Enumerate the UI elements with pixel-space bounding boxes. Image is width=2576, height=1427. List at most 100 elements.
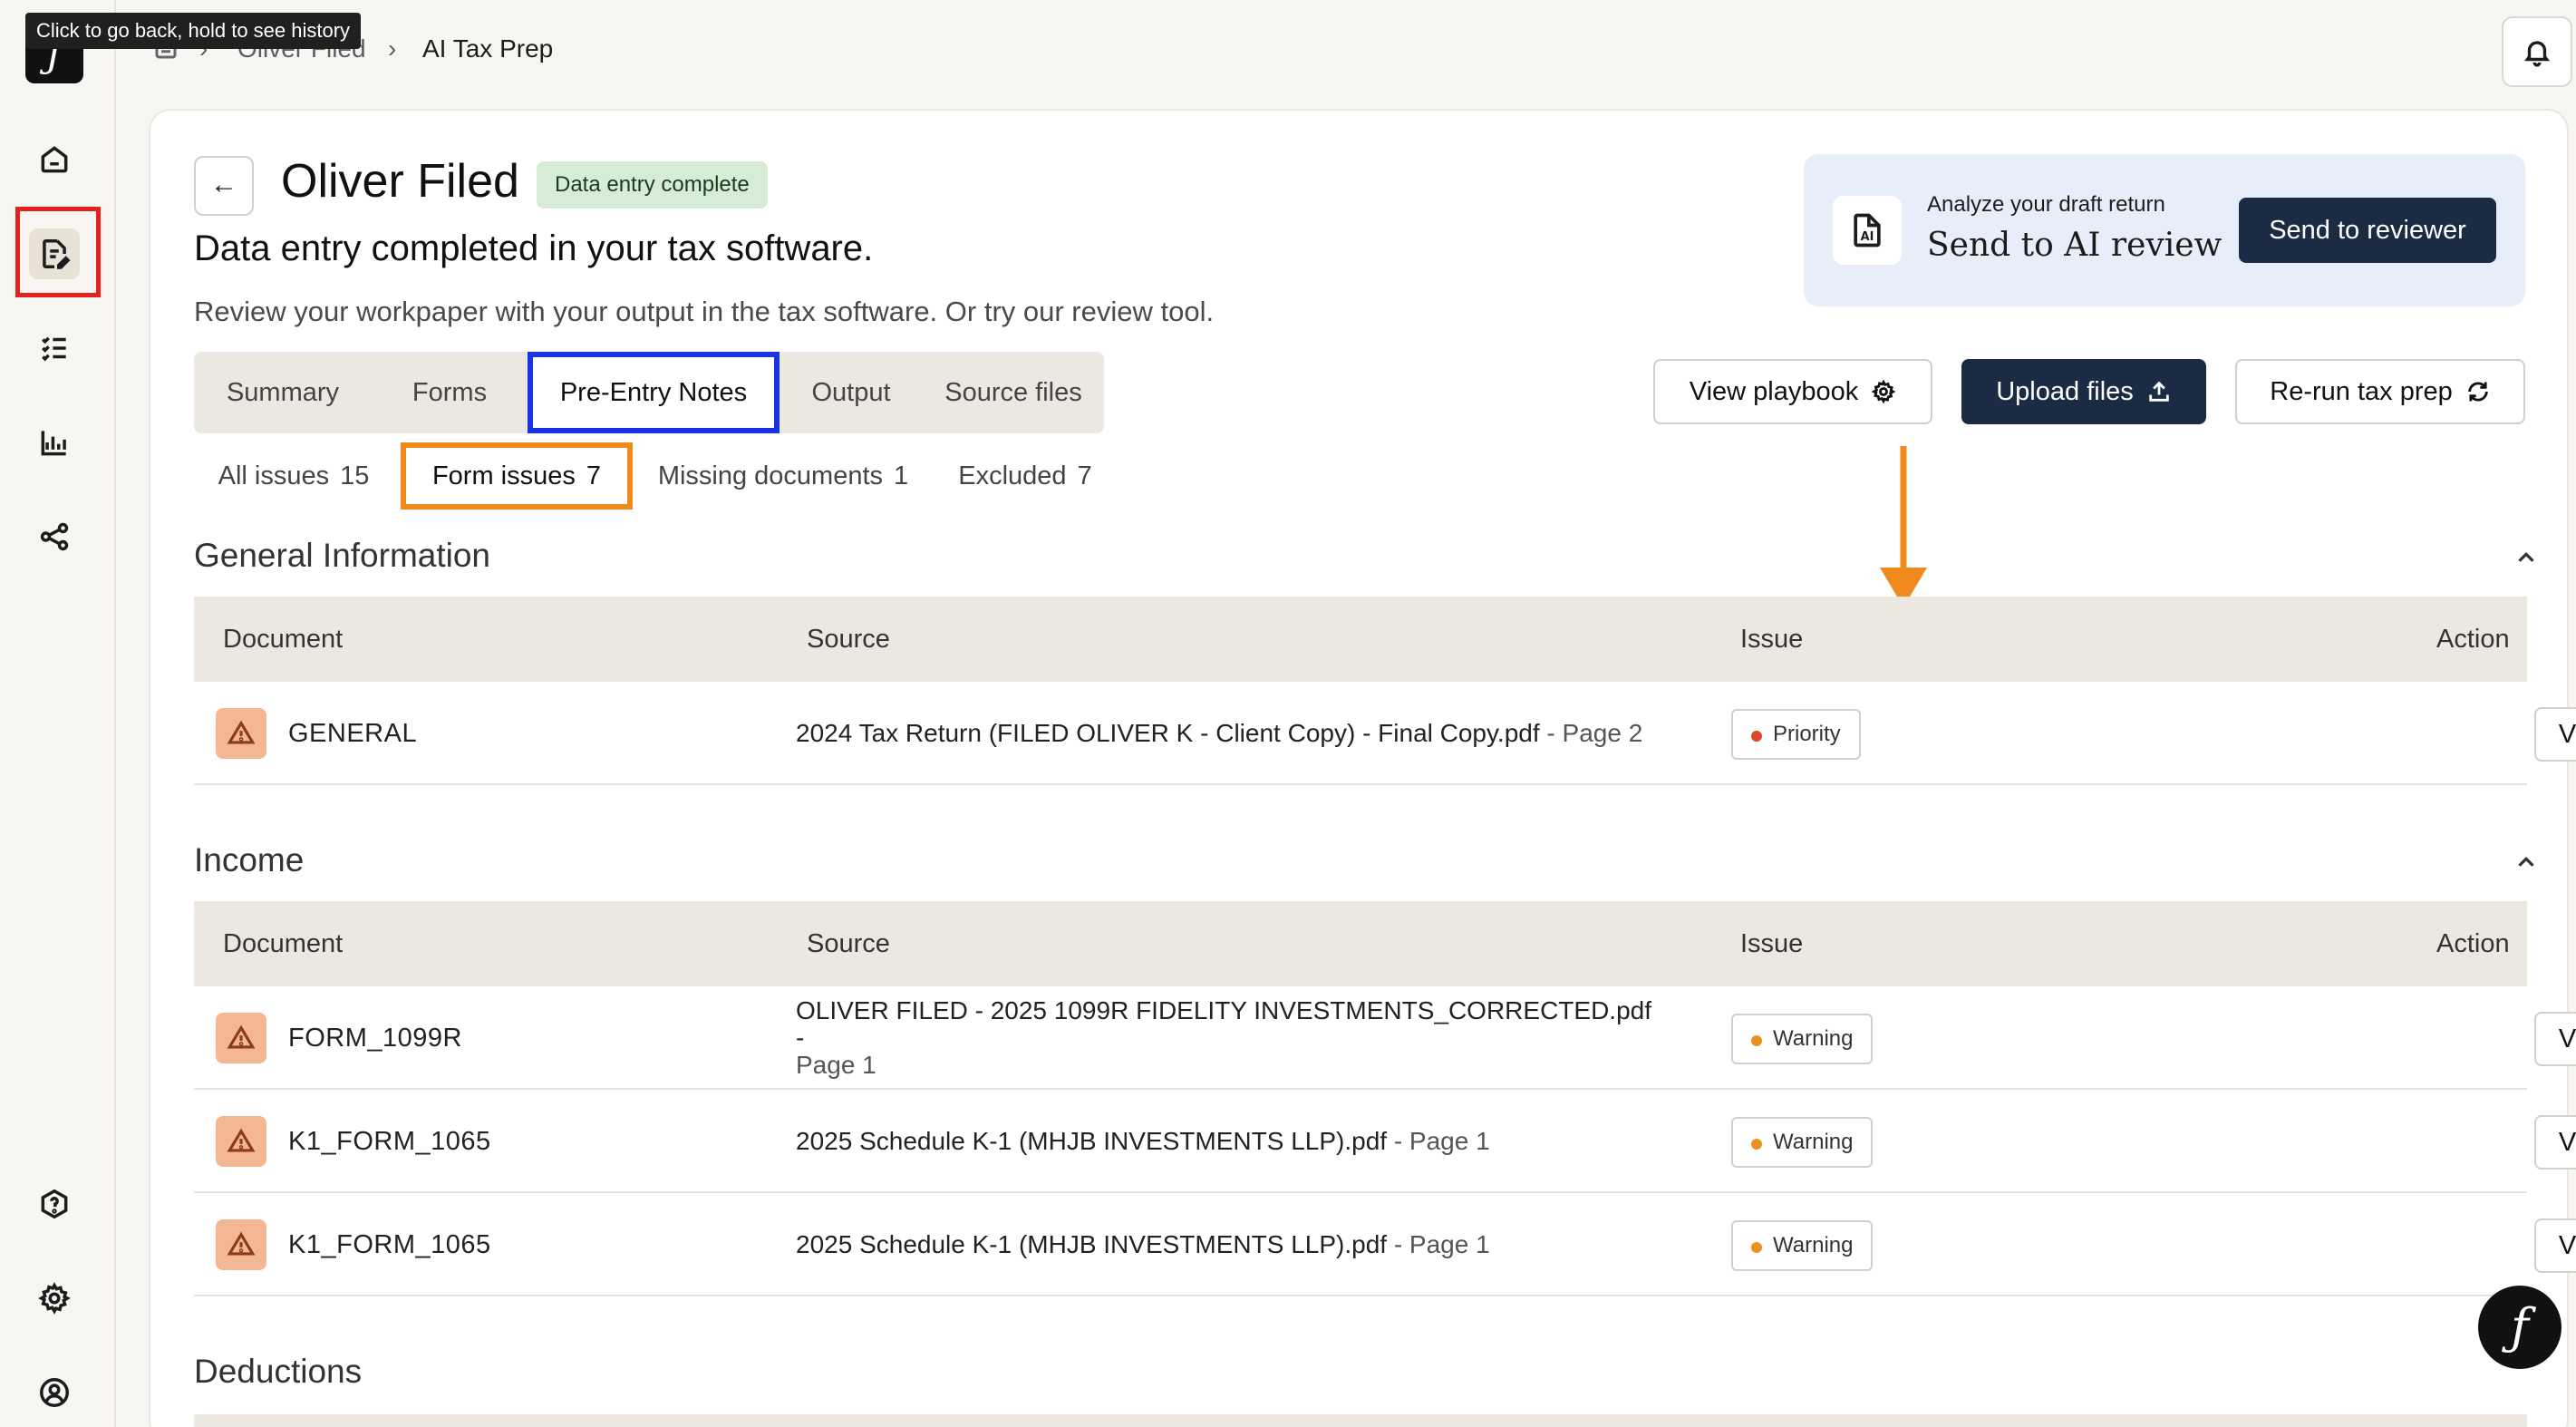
- table-header: Document Source Issue Action: [194, 597, 2527, 682]
- user-icon[interactable]: [29, 1367, 80, 1418]
- issue-label: Priority: [1773, 722, 1841, 746]
- warning-icon: [216, 1116, 266, 1167]
- issue-badge: Priority: [1731, 709, 1861, 760]
- view-button[interactable]: View: [2534, 1218, 2576, 1273]
- table-row: FORM_1099R OLIVER FILED - 2025 1099R FID…: [194, 986, 2576, 1090]
- section-title-income: Income: [194, 841, 305, 879]
- rerun-tax-prep-button[interactable]: Re-run tax prep: [2235, 359, 2525, 424]
- tab-bar: Summary Forms Pre-Entry Notes Output Sou…: [194, 352, 1104, 433]
- assistant-fab-button[interactable]: ƒ: [2478, 1286, 2561, 1369]
- tab-summary[interactable]: Summary: [194, 352, 372, 433]
- source-page: - Page 2: [1539, 719, 1643, 747]
- warning-icon: [216, 1219, 266, 1270]
- bell-icon: [2523, 41, 2551, 67]
- row-source: 2025 Schedule K-1 (MHJB INVESTMENTS LLP)…: [796, 1090, 1666, 1193]
- status-badge: Data entry complete: [537, 161, 768, 209]
- table-row: K1_FORM_1065 2025 Schedule K-1 (MHJB INV…: [194, 1193, 2576, 1296]
- ai-document-icon: AI: [1833, 196, 1902, 265]
- upload-files-label: Upload files: [1996, 377, 2134, 406]
- view-button[interactable]: View: [2534, 1115, 2576, 1170]
- rerun-label: Re-run tax prep: [2270, 377, 2453, 406]
- page-description: Review your workpaper with your output i…: [194, 296, 1215, 327]
- chart-icon[interactable]: [29, 417, 80, 468]
- section-title-deductions: Deductions: [194, 1353, 363, 1390]
- source-page: - Page 1: [1387, 1127, 1490, 1155]
- issue-badge: Warning: [1731, 1117, 1874, 1168]
- filter-count: 7: [1077, 461, 1092, 490]
- priority-dot: [1751, 731, 1762, 742]
- table-row: K1_FORM_1065 2025 Schedule K-1 (MHJB INV…: [194, 1090, 2576, 1193]
- column-document: Document: [223, 929, 344, 958]
- tab-pre-entry-notes[interactable]: Pre-Entry Notes: [528, 352, 780, 433]
- warning-icon: [216, 1013, 266, 1063]
- warning-dot: [1751, 1242, 1762, 1253]
- filter-count: 15: [340, 461, 370, 490]
- notifications-button[interactable]: [2502, 16, 2572, 87]
- annotation-arrow: [1880, 446, 1927, 607]
- source-page: Page 1: [796, 1051, 876, 1079]
- issue-label: Warning: [1773, 1233, 1854, 1257]
- row-document: FORM_1099R: [288, 1024, 462, 1053]
- row-source: OLIVER FILED - 2025 1099R FIDELITY INVES…: [796, 986, 1666, 1090]
- warning-icon: [216, 708, 266, 759]
- filter-form-issues[interactable]: Form issues 7: [401, 442, 633, 510]
- issue-label: Warning: [1773, 1130, 1854, 1154]
- help-icon[interactable]: [29, 1179, 80, 1229]
- share-icon[interactable]: [29, 511, 80, 562]
- gear-icon: [1871, 379, 1896, 404]
- row-document: K1_FORM_1065: [288, 1127, 491, 1156]
- filter-excluded[interactable]: Excluded 7: [939, 442, 1111, 510]
- home-icon[interactable]: [29, 134, 80, 185]
- source-file: OLIVER FILED - 2025 1099R FIDELITY INVES…: [796, 996, 1652, 1052]
- row-source: 2024 Tax Return (FILED OLIVER K - Client…: [796, 682, 1666, 785]
- issue-badge: Warning: [1731, 1014, 1874, 1064]
- source-file: 2025 Schedule K-1 (MHJB INVESTMENTS LLP)…: [796, 1230, 1388, 1258]
- ai-review-title: Send to AI review: [1927, 227, 2223, 264]
- section-title-general: General Information: [194, 537, 491, 574]
- view-button[interactable]: View: [2534, 1012, 2576, 1066]
- filter-count: 1: [894, 461, 909, 490]
- view-playbook-label: View playbook: [1689, 377, 1859, 406]
- filter-label: Form issues: [431, 461, 576, 490]
- settings-icon[interactable]: [29, 1273, 80, 1324]
- view-playbook-button[interactable]: View playbook: [1653, 359, 1932, 424]
- tab-forms[interactable]: Forms: [372, 352, 528, 433]
- sidebar: ƒ: [0, 0, 116, 1427]
- svg-text:AI: AI: [1861, 230, 1874, 244]
- filter-label: All issues: [218, 461, 330, 490]
- source-page: - Page 1: [1387, 1230, 1490, 1258]
- main-panel: ← Oliver Filed Data entry complete Data …: [149, 109, 2576, 1427]
- source-file: 2025 Schedule K-1 (MHJB INVESTMENTS LLP)…: [796, 1127, 1388, 1155]
- column-action: Action: [2436, 929, 2510, 958]
- breadcrumb-current: AI Tax Prep: [422, 34, 554, 63]
- column-issue: Issue: [1740, 929, 1804, 958]
- filter-label: Missing documents: [657, 461, 884, 490]
- send-to-reviewer-button[interactable]: Send to reviewer: [2239, 198, 2496, 263]
- filter-all-issues[interactable]: All issues 15: [194, 442, 393, 510]
- table-row: GENERAL 2024 Tax Return (FILED OLIVER K …: [194, 682, 2576, 785]
- chevron-up-icon[interactable]: [2513, 544, 2540, 571]
- chevron-up-icon[interactable]: [2513, 849, 2540, 876]
- filter-label: Excluded: [958, 461, 1067, 490]
- table-header: [194, 1414, 2527, 1427]
- tab-source-files[interactable]: Source files: [923, 352, 1104, 433]
- checklist-icon[interactable]: [29, 323, 80, 374]
- ai-review-caption: Analyze your draft return: [1927, 192, 2165, 217]
- table-header: Document Source Issue Action: [194, 901, 2527, 986]
- column-source: Source: [807, 929, 890, 958]
- issue-badge: Warning: [1731, 1220, 1874, 1271]
- column-document: Document: [223, 625, 344, 654]
- upload-files-button[interactable]: Upload files: [1961, 359, 2206, 424]
- filter-missing-documents[interactable]: Missing documents 1: [640, 442, 926, 510]
- upload-icon: [2149, 381, 2169, 402]
- view-button[interactable]: View: [2534, 707, 2576, 762]
- filter-count: 7: [586, 461, 602, 490]
- sidebar-highlight-frame: [15, 207, 101, 297]
- column-source: Source: [807, 625, 890, 654]
- row-document: K1_FORM_1065: [288, 1230, 491, 1259]
- page-subtitle: Data entry completed in your tax softwar…: [194, 228, 874, 268]
- row-document: GENERAL: [288, 719, 418, 748]
- column-action: Action: [2436, 625, 2510, 654]
- tab-output[interactable]: Output: [780, 352, 923, 433]
- back-button[interactable]: ←: [194, 156, 254, 216]
